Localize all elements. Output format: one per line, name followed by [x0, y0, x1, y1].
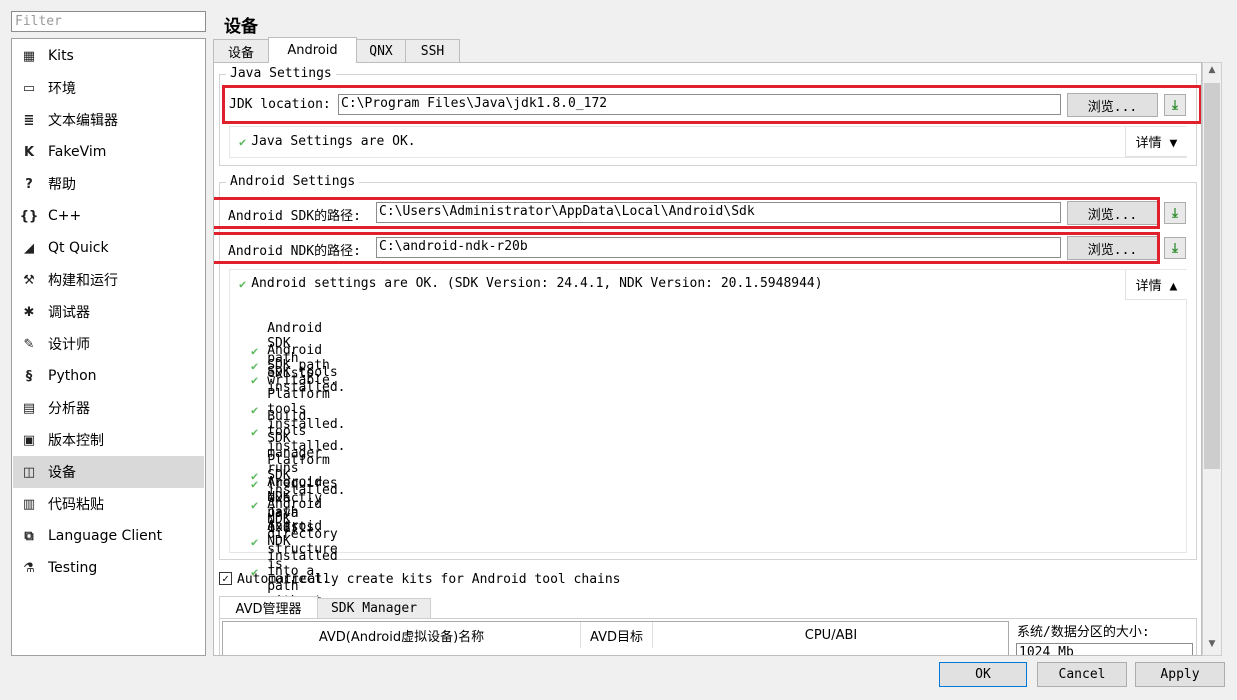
page-title: 设备: [224, 17, 258, 37]
android-status-box: [229, 269, 1187, 553]
sidebar-item-build-run[interactable]: ⚒ 构建和运行: [13, 264, 204, 296]
check-icon: ✔: [239, 276, 247, 291]
language-client-icon: ⧉: [24, 528, 34, 544]
android-settings-panel: Java Settings JDK location: C:\Program F…: [213, 62, 1202, 656]
tab-avd-manager[interactable]: AVD管理器: [219, 596, 318, 618]
monitor-icon: ▭: [22, 80, 36, 96]
sidebar-item-label: 调试器: [48, 305, 90, 321]
avd-table: AVD(Android虚拟设备)名称 AVD目标 CPU/ABI: [222, 621, 1009, 655]
filter-input[interactable]: Filter: [11, 11, 206, 32]
sidebar-item-python[interactable]: § Python: [13, 360, 204, 392]
bug-icon: ✱: [23, 304, 35, 320]
sdk-download-button[interactable]: ⤓: [1164, 202, 1186, 224]
sidebar-item-kits[interactable]: ▦ Kits: [13, 40, 204, 72]
vertical-scrollbar[interactable]: ▲ ▼: [1202, 62, 1222, 656]
ok-button[interactable]: OK: [939, 662, 1027, 687]
hammer-icon: ⚒: [23, 272, 35, 288]
tab-sdk-manager[interactable]: SDK Manager: [317, 598, 431, 618]
sidebar-item-language-client[interactable]: ⧉ Language Client: [13, 520, 204, 552]
text-editor-icon: ≣: [23, 112, 35, 128]
sidebar-item-label: 设备: [48, 465, 76, 481]
apply-button[interactable]: Apply: [1135, 662, 1225, 687]
sidebar-item-code-paster[interactable]: ▥ 代码粘贴: [13, 488, 204, 520]
sidebar-item-analyzer[interactable]: ▤ 分析器: [13, 392, 204, 424]
java-settings-title: Java Settings: [226, 66, 336, 81]
android-settings-title: Android Settings: [226, 174, 360, 189]
java-status: ✔ Java Settings are OK.: [239, 134, 416, 149]
sidebar-item-text-editor[interactable]: ≣ 文本编辑器: [13, 104, 204, 136]
sdk-highlight-box: [214, 197, 1160, 229]
sidebar-item-label: Qt Quick: [48, 240, 109, 256]
version-control-icon: ▣: [22, 432, 36, 448]
java-details-button[interactable]: 详情 ▼: [1125, 127, 1187, 157]
sidebar-item-label: C++: [48, 208, 82, 224]
sidebar-item-label: 环境: [48, 81, 76, 97]
sidebar-item-label: 设计师: [48, 337, 90, 353]
sidebar-item-label: 分析器: [48, 401, 90, 417]
check-icon: ✔: [251, 373, 259, 387]
avd-panel: AVD(Android虚拟设备)名称 AVD目标 CPU/ABI 系统/数据分区…: [219, 618, 1197, 655]
sidebar-item-help[interactable]: ? 帮助: [13, 168, 204, 200]
auto-kits-checkbox[interactable]: ✓: [219, 572, 232, 585]
download-icon: ⤓: [1172, 205, 1178, 221]
sidebar-item-label: 代码粘贴: [48, 497, 104, 513]
sidebar-item-label: Language Client: [48, 528, 163, 544]
sidebar-item-devices[interactable]: ◫ 设备: [13, 456, 204, 488]
partition-size-input[interactable]: 1024 Mb: [1016, 643, 1193, 655]
sidebar: ▦ Kits ▭ 环境 ≣ 文本编辑器 K FakeVim ? 帮助 {} C++ ◢ Qt …: [11, 38, 206, 656]
analyzer-icon: ▤: [22, 400, 36, 416]
sidebar-item-label: 文本编辑器: [48, 113, 118, 129]
sidebar-item-label: 构建和运行: [48, 273, 118, 289]
checkmark-icon: ✓: [222, 572, 229, 585]
sidebar-item-cpp[interactable]: {} C++: [13, 200, 204, 232]
flask-icon: ⚗: [23, 560, 35, 576]
scroll-down-icon[interactable]: ▼: [1205, 639, 1219, 653]
scroll-thumb[interactable]: [1204, 83, 1220, 469]
cancel-button[interactable]: Cancel: [1037, 662, 1127, 687]
check-icon: ✔: [239, 134, 247, 149]
tab-android[interactable]: Android: [268, 37, 357, 63]
tab-qnx[interactable]: QNX: [356, 39, 406, 62]
sidebar-item-environment[interactable]: ▭ 环境: [13, 72, 204, 104]
sidebar-item-version-control[interactable]: ▣ 版本控制: [13, 424, 204, 456]
ndk-download-button[interactable]: ⤓: [1164, 237, 1186, 259]
sidebar-item-testing[interactable]: ⚗ Testing: [13, 552, 204, 584]
sidebar-item-label: 版本控制: [48, 433, 104, 449]
sidebar-item-debugger[interactable]: ✱ 调试器: [13, 296, 204, 328]
partition-size-label: 系统/数据分区的大小:: [1017, 625, 1150, 640]
kits-icon: ▦: [22, 48, 36, 64]
python-icon: §: [25, 368, 33, 384]
java-status-text: Java Settings are OK.: [251, 134, 416, 149]
qt-quick-icon: ◢: [24, 240, 34, 256]
android-details-button[interactable]: 详情 ▲: [1125, 270, 1187, 300]
cpu-abi-header[interactable]: CPU/ABI: [653, 622, 1009, 648]
pencil-icon: ✎: [23, 336, 35, 352]
sidebar-item-fakevim[interactable]: K FakeVim: [13, 136, 204, 168]
sidebar-item-label: FakeVim: [48, 144, 107, 160]
ndk-highlight-box: [214, 232, 1160, 264]
sidebar-item-label: Kits: [48, 48, 74, 64]
help-icon: ?: [25, 176, 33, 192]
braces-icon: {}: [19, 208, 39, 224]
avd-target-header[interactable]: AVD目标: [581, 622, 653, 648]
android-status: ✔ Android settings are OK. (SDK Version:…: [239, 276, 823, 291]
sidebar-item-label: Python: [48, 368, 97, 384]
sidebar-item-designer[interactable]: ✎ 设计师: [13, 328, 204, 360]
sidebar-item-label: 帮助: [48, 177, 76, 193]
auto-kits-label: Automatically create kits for Android to…: [237, 572, 621, 587]
download-icon: ⤓: [1172, 240, 1178, 256]
tab-devices[interactable]: 设备: [213, 39, 269, 62]
sidebar-item-label: Testing: [48, 560, 98, 576]
sidebar-item-qt-quick[interactable]: ◢ Qt Quick: [13, 232, 204, 264]
android-status-text: Android settings are OK. (SDK Version: 2…: [251, 276, 823, 291]
clipboard-icon: ▥: [22, 496, 36, 512]
avd-name-header[interactable]: AVD(Android虚拟设备)名称: [223, 622, 581, 648]
jdk-highlight-box: [222, 85, 1201, 124]
fakevim-icon: K: [23, 144, 35, 160]
devices-icon: ◫: [22, 464, 36, 480]
scroll-up-icon[interactable]: ▲: [1205, 65, 1219, 79]
tab-ssh[interactable]: SSH: [405, 39, 460, 62]
